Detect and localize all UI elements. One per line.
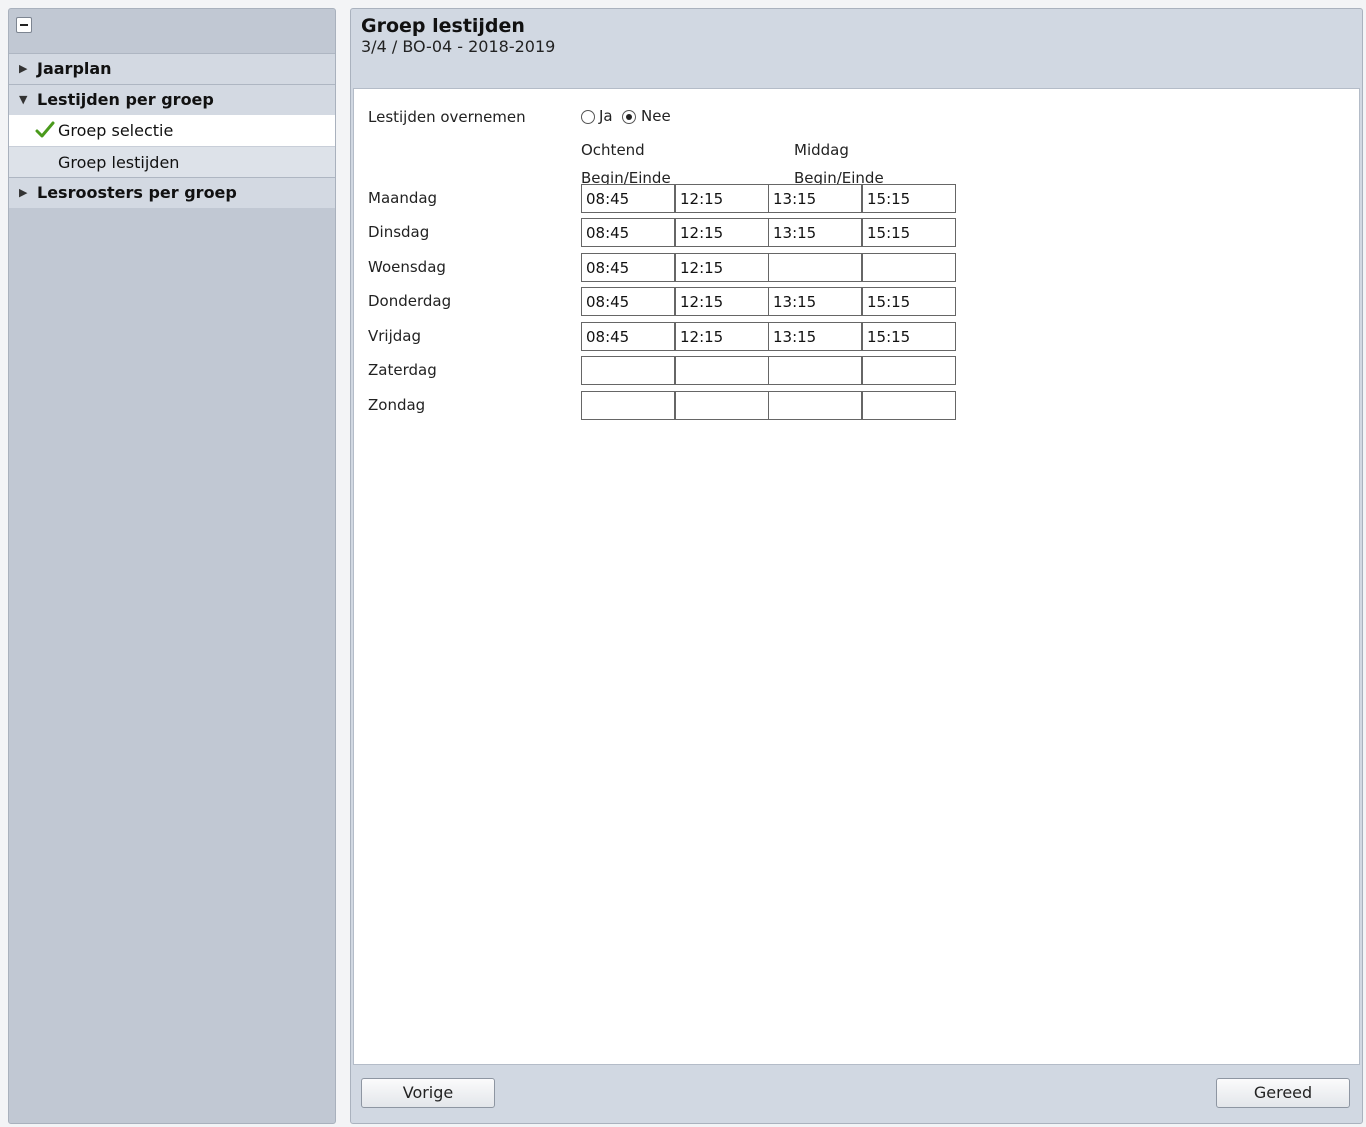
time-input[interactable] xyxy=(768,184,862,213)
page-header: Groep lestijden 3/4 / BO-04 - 2018-2019 xyxy=(351,9,1362,87)
time-input[interactable] xyxy=(768,356,862,385)
time-input[interactable] xyxy=(675,391,769,420)
triangle-down-icon: ▼ xyxy=(19,93,28,106)
time-input[interactable] xyxy=(675,322,769,351)
time-input[interactable] xyxy=(768,391,862,420)
time-input[interactable] xyxy=(768,287,862,316)
time-input[interactable] xyxy=(862,184,956,213)
day-label: Vrijdag xyxy=(368,327,421,345)
day-label: Zaterdag xyxy=(368,361,437,379)
footer-bar: Vorige Gereed xyxy=(351,1066,1362,1123)
sidebar-section-lesroosters-per-groep[interactable]: ▶ Lesroosters per groep xyxy=(9,177,335,208)
time-input[interactable] xyxy=(675,184,769,213)
time-input[interactable] xyxy=(862,356,956,385)
sidebar-section-label: Lesroosters per groep xyxy=(37,183,237,202)
time-input[interactable] xyxy=(768,218,862,247)
main-panel: Groep lestijden 3/4 / BO-04 - 2018-2019 … xyxy=(350,8,1363,1124)
page-subtitle: 3/4 / BO-04 - 2018-2019 xyxy=(361,37,556,56)
time-input[interactable] xyxy=(581,287,675,316)
page-title: Groep lestijden xyxy=(361,15,525,37)
day-label: Donderdag xyxy=(368,292,452,310)
vorige-button[interactable]: Vorige xyxy=(361,1078,495,1108)
time-input[interactable] xyxy=(862,322,956,351)
sidebar-section-jaarplan[interactable]: ▶ Jaarplan xyxy=(9,53,335,84)
day-label: Zondag xyxy=(368,396,426,414)
form-area: Lestijden overnemen Ja Nee Ochtend Midda… xyxy=(353,88,1360,1065)
collapse-icon[interactable] xyxy=(16,17,32,33)
time-input[interactable] xyxy=(862,218,956,247)
ochtend-label: Ochtend xyxy=(581,141,645,159)
middag-label: Middag xyxy=(794,141,849,159)
time-input[interactable] xyxy=(581,253,675,282)
time-input[interactable] xyxy=(581,356,675,385)
time-input[interactable] xyxy=(862,391,956,420)
sidebar-section-lestijden-per-groep[interactable]: ▼ Lestijden per groep xyxy=(9,84,335,115)
time-input[interactable] xyxy=(862,287,956,316)
time-input[interactable] xyxy=(675,287,769,316)
time-input[interactable] xyxy=(862,253,956,282)
radio-nee[interactable] xyxy=(622,110,636,124)
sidebar-section-label: Lestijden per groep xyxy=(37,90,214,109)
overnemen-label: Lestijden overnemen xyxy=(368,108,526,126)
time-input[interactable] xyxy=(675,218,769,247)
sidebar-item-groep-lestijden[interactable]: Groep lestijden xyxy=(9,146,335,177)
time-input[interactable] xyxy=(675,253,769,282)
sidebar-item-label: Groep selectie xyxy=(58,121,174,140)
checkmark-icon xyxy=(35,121,55,138)
radio-ja-label[interactable]: Ja xyxy=(599,107,613,125)
radio-nee-label[interactable]: Nee xyxy=(641,107,671,125)
time-input[interactable] xyxy=(675,356,769,385)
triangle-right-icon: ▶ xyxy=(19,186,28,199)
day-label: Dinsdag xyxy=(368,223,430,241)
time-input[interactable] xyxy=(581,322,675,351)
sidebar-item-groep-selectie[interactable]: Groep selectie xyxy=(9,115,335,146)
triangle-right-icon: ▶ xyxy=(19,62,28,75)
sidebar-section-label: Jaarplan xyxy=(37,59,112,78)
sidebar: ▶ Jaarplan ▼ Lestijden per groep Groep s… xyxy=(8,8,336,1124)
time-input[interactable] xyxy=(768,253,862,282)
time-input[interactable] xyxy=(581,184,675,213)
sidebar-toolbar xyxy=(9,9,335,53)
time-input[interactable] xyxy=(768,322,862,351)
gereed-button[interactable]: Gereed xyxy=(1216,1078,1350,1108)
day-label: Woensdag xyxy=(368,258,446,276)
time-input[interactable] xyxy=(581,218,675,247)
sidebar-item-label: Groep lestijden xyxy=(58,153,180,172)
time-input[interactable] xyxy=(581,391,675,420)
day-label: Maandag xyxy=(368,189,438,207)
radio-ja[interactable] xyxy=(581,110,595,124)
